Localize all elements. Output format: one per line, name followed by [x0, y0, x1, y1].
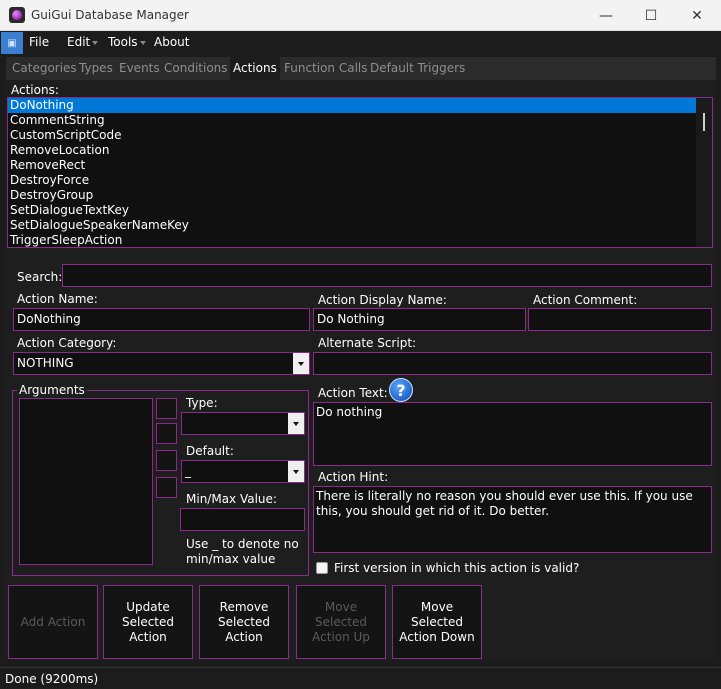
display-name-label: Action Display Name:: [318, 293, 447, 307]
move-action-down-button[interactable]: Move Selected Action Down: [392, 585, 482, 659]
app-icon: [9, 7, 25, 23]
window-icon: ▣: [7, 37, 17, 49]
update-action-button[interactable]: Update Selected Action: [103, 585, 193, 659]
default-value: _: [185, 464, 191, 478]
chevron-down-icon[interactable]: [293, 353, 309, 374]
action-text-label: Action Text:: [318, 386, 388, 400]
tab-types[interactable]: Types: [76, 57, 116, 80]
list-item[interactable]: SetDialogueTextKey: [8, 203, 696, 218]
search-input[interactable]: [62, 264, 712, 287]
search-label: Search:: [17, 270, 63, 284]
category-dropdown[interactable]: NOTHING: [13, 352, 310, 375]
action-hint-area[interactable]: There is literally no reason you should …: [313, 486, 712, 553]
minmax-label: Min/Max Value:: [186, 492, 277, 506]
action-text-area[interactable]: Do nothing: [313, 402, 712, 466]
menu-tools-chevron-icon: [140, 41, 146, 45]
alt-script-label: Alternate Script:: [318, 336, 417, 350]
list-scrollbar[interactable]: [696, 98, 712, 247]
list-item[interactable]: SetDialogueSpeakerNameKey: [8, 218, 696, 233]
menu-edit-chevron-icon: [92, 41, 98, 45]
type-dropdown[interactable]: [181, 412, 305, 435]
window-title: GuiGui Database Manager: [31, 8, 189, 22]
menu-edit[interactable]: Edit: [67, 35, 90, 49]
menu-app-icon[interactable]: ▣: [1, 32, 23, 54]
maximize-button[interactable]: ☐: [628, 0, 674, 31]
list-item[interactable]: CustomScriptCode: [8, 128, 696, 143]
argument-button-2[interactable]: [156, 423, 177, 444]
argument-button-3[interactable]: [156, 450, 177, 471]
first-version-checkbox[interactable]: [316, 562, 328, 574]
display-name-input[interactable]: Do Nothing: [313, 308, 526, 331]
tab-categories[interactable]: Categories: [9, 57, 80, 80]
minmax-hint-line2: min/max value: [186, 552, 276, 566]
list-item[interactable]: DoNothing: [8, 98, 696, 113]
status-text: Done (9200ms): [5, 672, 99, 686]
list-item[interactable]: DestroyGroup: [8, 188, 696, 203]
menu-file[interactable]: File: [29, 35, 49, 49]
list-item[interactable]: CommentString: [8, 113, 696, 128]
move-action-up-button[interactable]: Move Selected Action Up: [296, 585, 386, 659]
first-version-label: First version in which this action is va…: [334, 561, 580, 575]
minmax-hint-line1: Use _ to denote no: [186, 537, 299, 551]
tab-conditions[interactable]: Conditions: [161, 57, 231, 80]
status-bar: Done (9200ms): [0, 667, 721, 689]
minmax-input[interactable]: [180, 508, 305, 531]
action-name-input[interactable]: DoNothing: [13, 308, 310, 331]
menu-tools[interactable]: Tools: [108, 35, 138, 49]
tab-function-calls[interactable]: Function Calls: [281, 57, 371, 80]
default-label: Default:: [186, 444, 234, 458]
actions-list-label: Actions:: [11, 83, 59, 97]
tab-default-triggers[interactable]: Default Triggers: [367, 57, 468, 80]
title-bar: GuiGui Database Manager — ☐ ✕: [0, 0, 721, 31]
list-item[interactable]: RemoveLocation: [8, 143, 696, 158]
argument-button-1[interactable]: [156, 398, 177, 419]
tab-events[interactable]: Events: [116, 57, 163, 80]
action-name-label: Action Name:: [17, 292, 98, 306]
alt-script-input[interactable]: [313, 352, 712, 375]
menu-bar: ▣ File Edit Tools About: [0, 31, 721, 55]
list-item[interactable]: DestroyForce: [8, 173, 696, 188]
arguments-group-label: Arguments: [17, 383, 87, 397]
add-action-button[interactable]: Add Action: [8, 585, 98, 659]
arguments-list[interactable]: [19, 398, 153, 565]
tab-actions[interactable]: Actions: [230, 57, 280, 80]
comment-input[interactable]: [528, 308, 712, 331]
list-item[interactable]: TriggerSleepAction: [8, 233, 696, 247]
tab-bar: Categories Types Events Conditions Actio…: [6, 57, 716, 80]
remove-action-button[interactable]: Remove Selected Action: [199, 585, 289, 659]
category-label: Action Category:: [17, 336, 117, 350]
actions-list[interactable]: DoNothing CommentString CustomScriptCode…: [7, 97, 713, 248]
list-item[interactable]: RemoveRect: [8, 158, 696, 173]
menu-about[interactable]: About: [154, 35, 189, 49]
comment-label: Action Comment:: [533, 293, 638, 307]
help-icon[interactable]: ?: [389, 378, 413, 402]
close-button[interactable]: ✕: [674, 0, 720, 31]
default-dropdown[interactable]: _: [181, 460, 305, 483]
scrollbar-thumb[interactable]: [703, 113, 705, 131]
chevron-down-icon[interactable]: [288, 461, 304, 482]
chevron-down-icon[interactable]: [288, 413, 304, 434]
action-hint-label: Action Hint:: [318, 470, 389, 484]
argument-button-4[interactable]: [156, 477, 177, 498]
type-label: Type:: [186, 396, 218, 410]
category-value: NOTHING: [17, 356, 74, 370]
minimize-button[interactable]: —: [583, 0, 629, 31]
